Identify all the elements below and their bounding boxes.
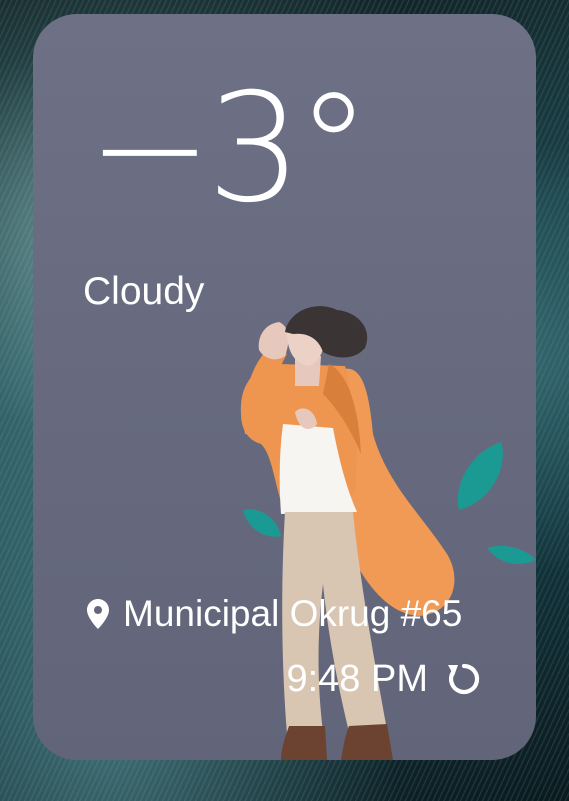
update-time-row: 9:48 PM bbox=[286, 656, 484, 702]
boot-left bbox=[281, 726, 327, 760]
weather-widget[interactable]: −3° Cloudy Municipal Okrug #65 9:48 PM bbox=[33, 14, 536, 760]
leaf-right-lower bbox=[487, 545, 536, 564]
location-row[interactable]: Municipal Okrug #65 bbox=[87, 592, 462, 636]
map-pin-icon bbox=[87, 599, 109, 629]
boot-right bbox=[341, 724, 393, 760]
update-time: 9:48 PM bbox=[286, 657, 428, 700]
weather-condition: Cloudy bbox=[83, 270, 205, 313]
refresh-icon[interactable] bbox=[444, 659, 484, 699]
location-name: Municipal Okrug #65 bbox=[123, 593, 463, 634]
leaf-left bbox=[243, 509, 281, 537]
hand bbox=[258, 322, 289, 360]
leaf-right-upper bbox=[457, 442, 503, 510]
temperature-value: −3° bbox=[87, 62, 371, 236]
